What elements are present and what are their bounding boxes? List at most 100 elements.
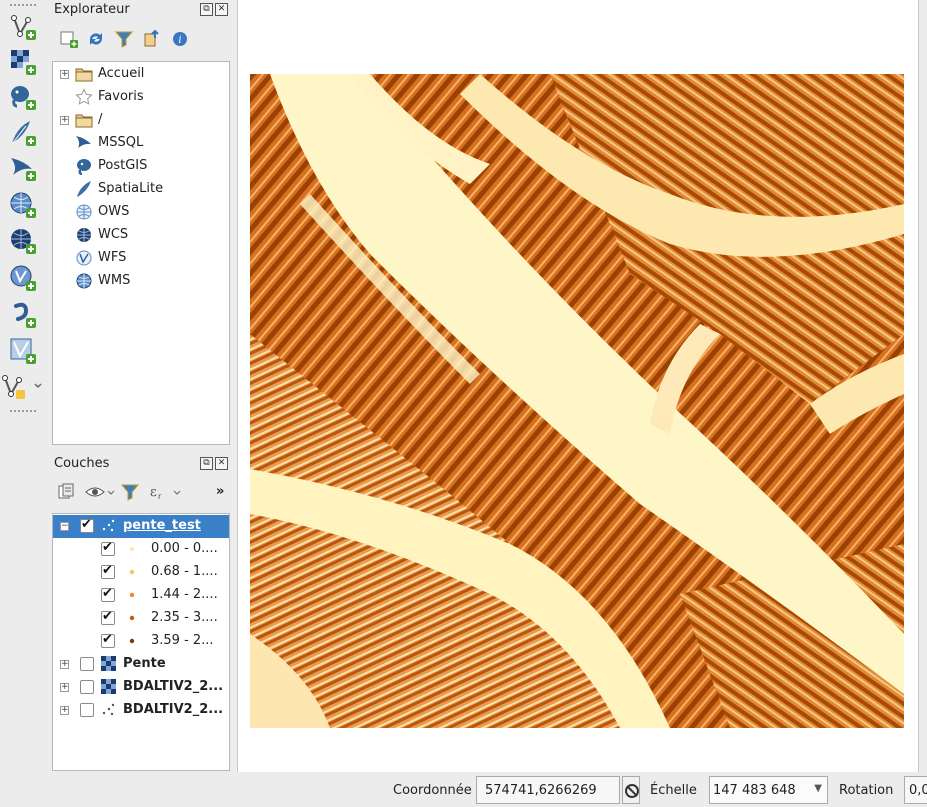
explorer-item-label: / [98,112,103,127]
explorer-item-mssql[interactable]: MSSQL [53,132,229,155]
refresh-icon[interactable] [85,28,107,50]
visibility-eye-dropdown-icon[interactable] [84,481,116,503]
explorer-item-ows[interactable]: OWS [53,201,229,224]
new-layer-dropdown-icon[interactable] [2,372,42,402]
layer-row[interactable]: + BDALTIV2_2... [53,699,229,722]
visibility-checkbox[interactable] [80,680,94,694]
layer-name: BDALTIV2_2... [123,679,224,694]
svg-text:r: r [158,492,162,501]
add-wms-layer-icon[interactable] [8,190,38,220]
add-postgis-layer-icon[interactable] [8,82,38,112]
legend-class-row[interactable]: 1.44 - 2.... [53,584,229,607]
explorer-item-root[interactable]: + / [53,109,229,132]
mssql-icon [75,134,93,152]
spatialite-feather-icon [75,180,93,198]
explorer-item-wms[interactable]: WMS [53,270,229,293]
layer-styling-icon[interactable] [56,481,78,503]
add-raster-layer-icon[interactable] [8,47,38,77]
add-mssql-layer-icon[interactable] [8,153,38,183]
expand-icon[interactable]: + [60,683,69,692]
close-layers-panel-button[interactable]: ✕ [215,457,228,470]
explorer-item-wcs[interactable]: WCS [53,224,229,247]
point-symbol-icon [123,632,141,650]
info-icon[interactable]: i [169,28,191,50]
scale-value: 147 483 648 [713,783,796,798]
rotation-field[interactable]: 0,0 [904,776,927,804]
toolbar-overflow-chevron[interactable]: » [216,484,224,499]
explorer-item-label: WMS [98,273,131,288]
add-wfs-layer-icon[interactable] [8,263,38,293]
qgis-window: Explorateur ⧉ ✕ i + Accueil Favoris + / MSSQL… [0,0,927,807]
expand-icon[interactable]: + [60,660,69,669]
visibility-checkbox[interactable] [80,657,94,671]
scale-label: Échelle [650,783,697,798]
mouse-coordinate-toggle-icon[interactable] [622,776,640,804]
explorer-item-label: PostGIS [98,158,148,173]
legend-class-label: 0.68 - 1.... [151,564,218,579]
svg-text:ε: ε [150,485,157,500]
rotation-label: Rotation [839,783,894,798]
wms-globe-icon [75,272,93,290]
add-selected-layers-icon[interactable] [58,28,80,50]
chevron-down-icon[interactable]: ▼ [814,783,822,794]
explorer-item-label: SpatiaLite [98,181,164,196]
filter-icon[interactable] [113,28,135,50]
layers-panel: Couches ⧉ ✕ εr » [52,453,230,513]
collapse-icon[interactable]: − [60,522,69,531]
legend-class-label: 2.35 - 3.... [151,610,218,625]
point-symbol-icon [123,586,141,604]
layer-name: Pente [123,656,166,671]
explorer-item-label: Accueil [98,66,145,81]
explorer-item-favoris[interactable]: Favoris [53,86,229,109]
legend-class-row[interactable]: 0.68 - 1.... [53,561,229,584]
close-panel-button[interactable]: ✕ [215,3,228,16]
visibility-checkbox[interactable] [101,540,115,556]
point-layer-icon [100,701,118,719]
point-symbol-icon [123,609,141,627]
coordinate-field[interactable]: 574741,6266269 [476,776,620,804]
legend-class-row[interactable]: 0.00 - 0.... [53,538,229,561]
layer-row[interactable]: + Pente [53,653,229,676]
expression-filter-dropdown-icon[interactable]: εr [147,481,185,503]
layers-title: Couches [54,456,110,471]
expand-icon[interactable]: + [60,116,69,125]
add-delimited-text-layer-icon[interactable] [8,300,38,330]
visibility-checkbox[interactable] [101,632,115,648]
legend-class-row[interactable]: 3.59 - 2... [53,630,229,653]
legend-class-label: 1.44 - 2.... [151,587,218,602]
point-symbol-icon [123,563,141,581]
add-vector-layer-icon[interactable] [8,12,38,42]
visibility-checkbox[interactable] [101,563,115,579]
explorer-item-postgis[interactable]: PostGIS [53,155,229,178]
expand-icon[interactable]: + [60,70,69,79]
add-wcs-layer-icon[interactable] [8,226,38,256]
float-panel-button[interactable]: ⧉ [200,3,213,16]
visibility-checkbox[interactable] [80,517,94,533]
explorer-item-accueil[interactable]: + Accueil [53,63,229,86]
wcs-globe-icon [75,226,93,244]
legend-class-label: 0.00 - 0.... [151,541,218,556]
explorer-item-wfs[interactable]: WFS [53,247,229,270]
add-virtual-layer-icon[interactable] [8,336,38,366]
scale-combobox[interactable]: 147 483 648 ▼ [709,776,828,804]
layer-name: pente_test [123,518,201,533]
visibility-checkbox[interactable] [80,703,94,717]
folder-icon [75,65,93,83]
float-layers-panel-button[interactable]: ⧉ [200,457,213,470]
toolbar-grip[interactable] [10,4,36,8]
layer-row[interactable]: + BDALTIV2_2... [53,676,229,699]
toolbar-grip-bottom[interactable] [10,410,36,414]
collapse-all-icon[interactable] [141,28,163,50]
legend-class-row[interactable]: 2.35 - 3.... [53,607,229,630]
layer-row[interactable]: − pente_test [53,515,229,538]
explorer-item-spatialite[interactable]: SpatiaLite [53,178,229,201]
slope-raster-layer [250,74,904,728]
explorer-item-label: MSSQL [98,135,144,150]
visibility-checkbox[interactable] [101,586,115,602]
visibility-checkbox[interactable] [101,609,115,625]
data-source-toolbar [0,0,46,772]
wfs-globe-icon [75,249,93,267]
add-spatialite-layer-icon[interactable] [8,118,38,148]
expand-icon[interactable]: + [60,706,69,715]
filter-legend-icon[interactable] [119,481,141,503]
